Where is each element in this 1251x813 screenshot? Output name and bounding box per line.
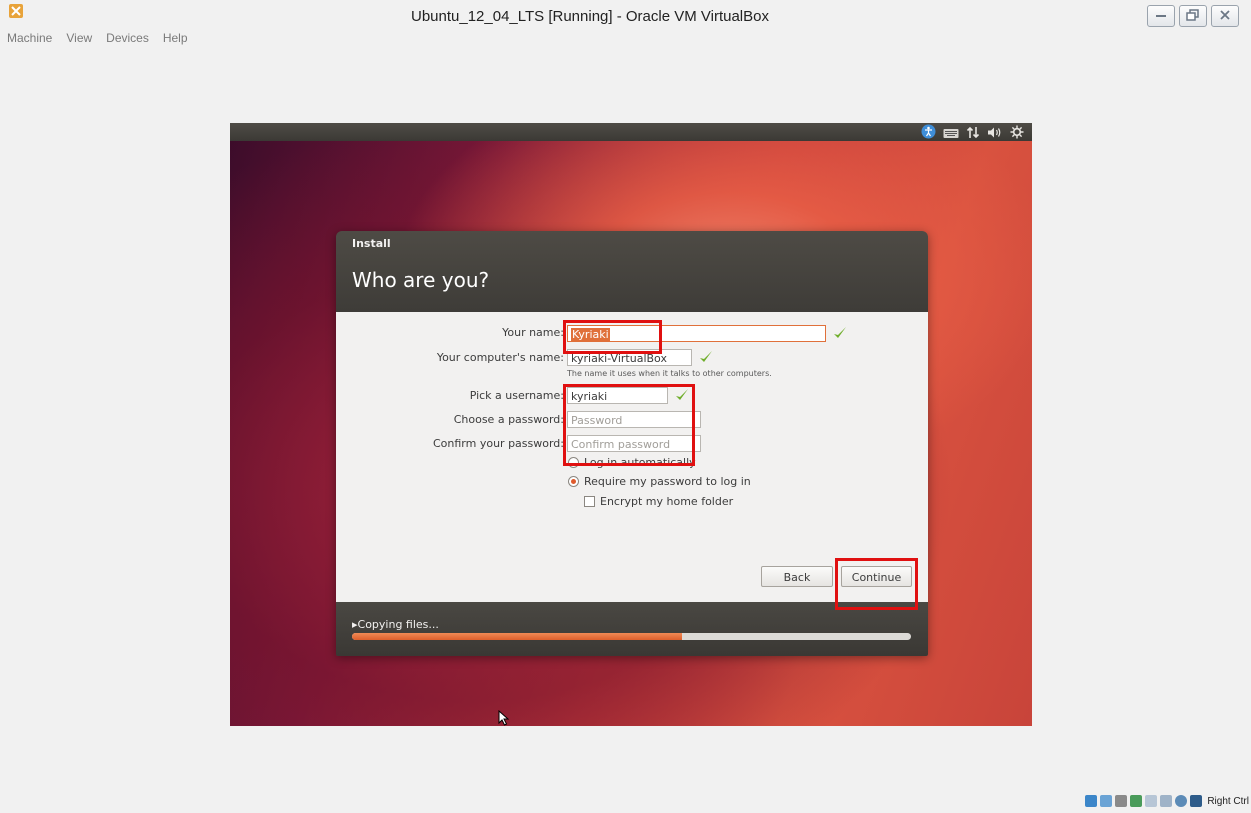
installer-header: Install Who are you? [336,231,928,312]
annotation-box-your-name [563,320,662,354]
menu-help[interactable]: Help [160,31,191,49]
password-label: Choose a password: [453,413,564,426]
computer-name-label: Your computer's name: [436,351,564,364]
virtualbox-statusbar: Right Ctrl [1085,795,1249,807]
menu-devices[interactable]: Devices [103,31,152,49]
menu-view[interactable]: View [63,31,95,49]
progress-bar-fill [352,633,682,640]
installer-window-title: Install [352,237,391,250]
volume-icon[interactable] [987,124,1003,143]
mouse-cursor-icon [498,710,510,726]
close-button[interactable] [1211,5,1239,27]
mouse-integration-icon[interactable] [1175,795,1188,807]
encrypt-home-checkbox[interactable]: Encrypt my home folder [584,495,733,508]
network-adapter-icon[interactable] [1130,795,1143,807]
your-name-valid-check-icon [834,327,846,338]
username-label: Pick a username: [469,389,564,402]
page-heading: Who are you? [352,268,490,292]
minimize-button[interactable] [1147,5,1175,27]
menubar: Machine View Devices Help [0,31,191,49]
close-icon [1220,10,1230,20]
computer-name-valid-check-icon [700,351,712,362]
annotation-box-continue [835,558,918,610]
installer-progress-area: ▸Copying files... [336,602,928,656]
restore-icon [1186,9,1199,21]
keyboard-icon[interactable] [943,124,959,143]
minimize-icon [1156,15,1166,17]
confirm-password-label: Confirm your password: [432,437,564,450]
host-key-icon[interactable] [1190,795,1203,807]
ubuntu-top-panel [230,123,1032,141]
menu-machine[interactable]: Machine [4,31,55,49]
annotation-box-username-passwords [563,384,695,466]
encrypt-home-label: Encrypt my home folder [600,495,734,508]
restore-button[interactable] [1179,5,1207,27]
network-icon[interactable] [966,124,980,143]
checkbox-icon [584,496,595,507]
host-key-label: Right Ctrl [1207,795,1249,807]
optical-drive-icon[interactable] [1100,795,1113,807]
settings-gear-icon[interactable] [1010,124,1024,143]
display-icon[interactable] [1160,795,1173,807]
radio-selected-icon [568,476,579,487]
accessibility-icon[interactable] [921,124,936,143]
hard-disk-icon[interactable] [1085,795,1098,807]
usb-icon[interactable] [1115,795,1128,807]
computer-name-hint: The name it uses when it talks to other … [567,369,772,378]
require-password-label: Require my password to log in [584,475,751,488]
your-name-label: Your name: [502,326,564,339]
window-title: Ubuntu_12_04_LTS [Running] - Oracle VM V… [411,8,769,25]
back-button[interactable]: Back [761,566,833,587]
shared-folders-icon[interactable] [1145,795,1158,807]
progress-bar [352,633,911,640]
window-titlebar: Ubuntu_12_04_LTS [Running] - Oracle VM V… [0,0,1251,30]
require-password-radio[interactable]: Require my password to log in [568,475,751,488]
progress-label[interactable]: ▸Copying files... [352,618,439,631]
